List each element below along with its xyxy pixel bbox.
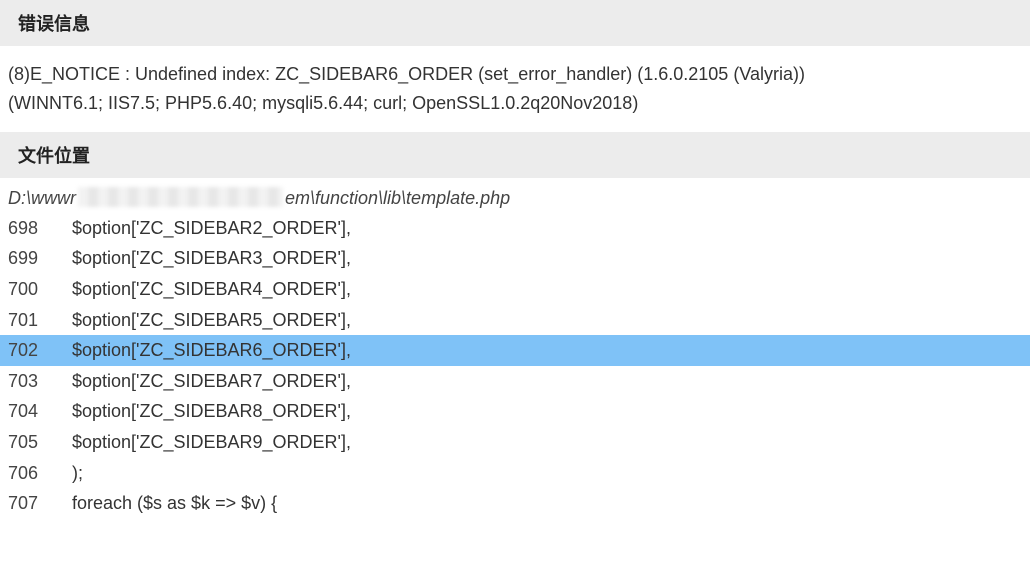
line-number: 700 [0, 274, 54, 305]
code-line: 707foreach ($s as $k => $v) { [0, 488, 1030, 519]
code-line: 701$option['ZC_SIDEBAR5_ORDER'], [0, 305, 1030, 336]
error-message: (8)E_NOTICE : Undefined index: ZC_SIDEBA… [0, 46, 1030, 132]
code-text: $option['ZC_SIDEBAR5_ORDER'], [54, 305, 1030, 336]
code-line: 700$option['ZC_SIDEBAR4_ORDER'], [0, 274, 1030, 305]
error-line-1: (8)E_NOTICE : Undefined index: ZC_SIDEBA… [8, 60, 1022, 89]
code-line: 704$option['ZC_SIDEBAR8_ORDER'], [0, 396, 1030, 427]
code-line: 705$option['ZC_SIDEBAR9_ORDER'], [0, 427, 1030, 458]
file-path-prefix: D:\wwwr [8, 188, 76, 208]
code-listing: 698$option['ZC_SIDEBAR2_ORDER'],699$opti… [0, 213, 1030, 525]
code-line: 703$option['ZC_SIDEBAR7_ORDER'], [0, 366, 1030, 397]
line-number: 702 [0, 335, 54, 366]
line-number: 706 [0, 458, 54, 489]
line-number: 705 [0, 427, 54, 458]
code-text: ); [54, 458, 1030, 489]
code-text: $option['ZC_SIDEBAR7_ORDER'], [54, 366, 1030, 397]
code-line: 699$option['ZC_SIDEBAR3_ORDER'], [0, 243, 1030, 274]
code-line: 702$option['ZC_SIDEBAR6_ORDER'], [0, 335, 1030, 366]
line-number: 703 [0, 366, 54, 397]
line-number: 704 [0, 396, 54, 427]
code-text: $option['ZC_SIDEBAR3_ORDER'], [54, 243, 1030, 274]
line-number: 699 [0, 243, 54, 274]
file-path-suffix: em\function\lib\template.php [285, 188, 510, 208]
file-path: D:\wwwr em\function\lib\template.php [0, 178, 1030, 213]
code-text: $option['ZC_SIDEBAR4_ORDER'], [54, 274, 1030, 305]
code-line: 698$option['ZC_SIDEBAR2_ORDER'], [0, 213, 1030, 244]
code-text: $option['ZC_SIDEBAR2_ORDER'], [54, 213, 1030, 244]
file-path-redacted [78, 187, 283, 207]
error-section-header: 错误信息 [0, 0, 1030, 46]
code-text: $option['ZC_SIDEBAR9_ORDER'], [54, 427, 1030, 458]
file-section-header: 文件位置 [0, 132, 1030, 178]
code-line: 706); [0, 458, 1030, 489]
line-number: 701 [0, 305, 54, 336]
line-number: 698 [0, 213, 54, 244]
code-text: $option['ZC_SIDEBAR8_ORDER'], [54, 396, 1030, 427]
line-number: 707 [0, 488, 54, 519]
code-text: $option['ZC_SIDEBAR6_ORDER'], [54, 335, 1030, 366]
code-text: foreach ($s as $k => $v) { [54, 488, 1030, 519]
error-line-2: (WINNT6.1; IIS7.5; PHP5.6.40; mysqli5.6.… [8, 89, 1022, 118]
